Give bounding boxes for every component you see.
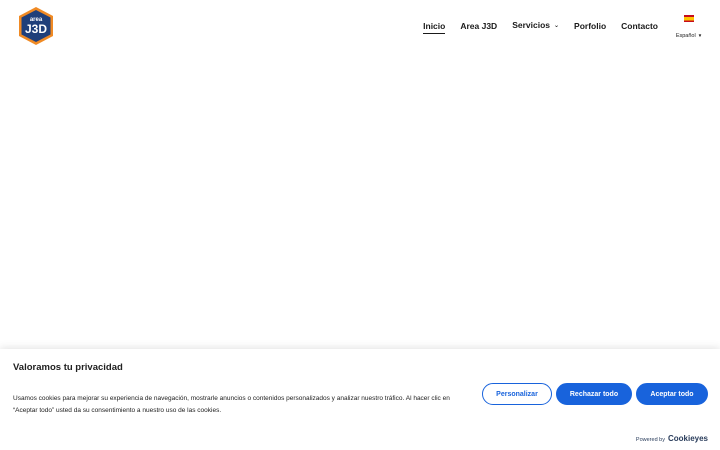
powered-by[interactable]: Powered by Cookieyes <box>636 434 708 443</box>
nav-item-area-j3d[interactable]: Area J3D <box>460 20 497 32</box>
nav-item-servicios[interactable]: Servicios ⌄ <box>512 19 559 32</box>
language-switcher[interactable]: Español ▼ <box>673 15 705 42</box>
nav-item-contacto[interactable]: Contacto <box>621 20 658 32</box>
language-name: Español <box>675 33 696 39</box>
language-label: Español ▼ <box>676 33 702 39</box>
powered-by-label: Powered by <box>635 437 665 443</box>
accept-all-button[interactable]: Aceptar todo <box>636 383 708 405</box>
cookie-consent-banner: Valoramos tu privacidad Usamos cookies p… <box>0 349 720 450</box>
caret-down-icon: ▼ <box>697 33 703 38</box>
reject-all-button[interactable]: Rechazar todo <box>556 383 632 405</box>
nav-item-inicio[interactable]: Inicio <box>423 20 446 34</box>
site-header: area J3D Inicio Area J3D Servicios ⌄ Porf… <box>0 0 720 52</box>
nav-item-porfolio[interactable]: Porfolio <box>574 20 606 32</box>
cookie-title: Valoramos tu privacidad <box>13 362 123 373</box>
main-nav: Inicio Area J3D Servicios ⌄ Porfolio Cont… <box>408 19 658 34</box>
chevron-down-icon: ⌄ <box>554 23 560 29</box>
cookie-description: Usamos cookies para mejorar su experienc… <box>13 395 450 414</box>
page: area J3D Inicio Area J3D Servicios ⌄ Porf… <box>0 0 720 450</box>
cookieyes-logo: Cookieyes <box>667 434 708 443</box>
spain-flag-icon <box>684 15 694 22</box>
nav-item-servicios-label: Servicios <box>512 20 551 30</box>
customize-button[interactable]: Personalizar <box>482 383 552 405</box>
logo-text-j3d: J3D <box>25 22 47 36</box>
area-j3d-logo[interactable]: area J3D <box>17 6 55 46</box>
